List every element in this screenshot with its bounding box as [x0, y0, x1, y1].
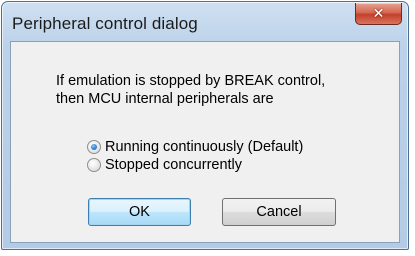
title-bar[interactable]: Peripheral control dialog ✕ — [2, 2, 408, 40]
cancel-button-label: Cancel — [256, 204, 302, 220]
message-line-2: then MCU internal peripherals are — [56, 91, 274, 107]
radio-option-running[interactable]: Running continuously (Default) — [87, 138, 303, 156]
radio-unchecked-icon[interactable] — [87, 158, 101, 172]
cancel-button[interactable]: Cancel — [222, 198, 336, 226]
close-x-icon: ✕ — [372, 5, 385, 22]
message-line-1: If emulation is stopped by BREAK control… — [56, 73, 326, 89]
radio-label-stopped[interactable]: Stopped concurrently — [105, 157, 242, 173]
dialog-window: Peripheral control dialog ✕ If emulation… — [1, 1, 409, 250]
dialog-message: If emulation is stopped by BREAK control… — [56, 72, 325, 108]
radio-label-running[interactable]: Running continuously (Default) — [105, 139, 303, 155]
close-button[interactable]: ✕ — [355, 3, 402, 25]
ok-button[interactable]: OK — [88, 198, 191, 226]
radio-checked-icon[interactable] — [87, 140, 101, 154]
radio-option-stopped[interactable]: Stopped concurrently — [87, 156, 242, 174]
window-title: Peripheral control dialog — [12, 14, 198, 33]
ok-button-label: OK — [129, 204, 150, 220]
dialog-content: If emulation is stopped by BREAK control… — [10, 41, 400, 243]
